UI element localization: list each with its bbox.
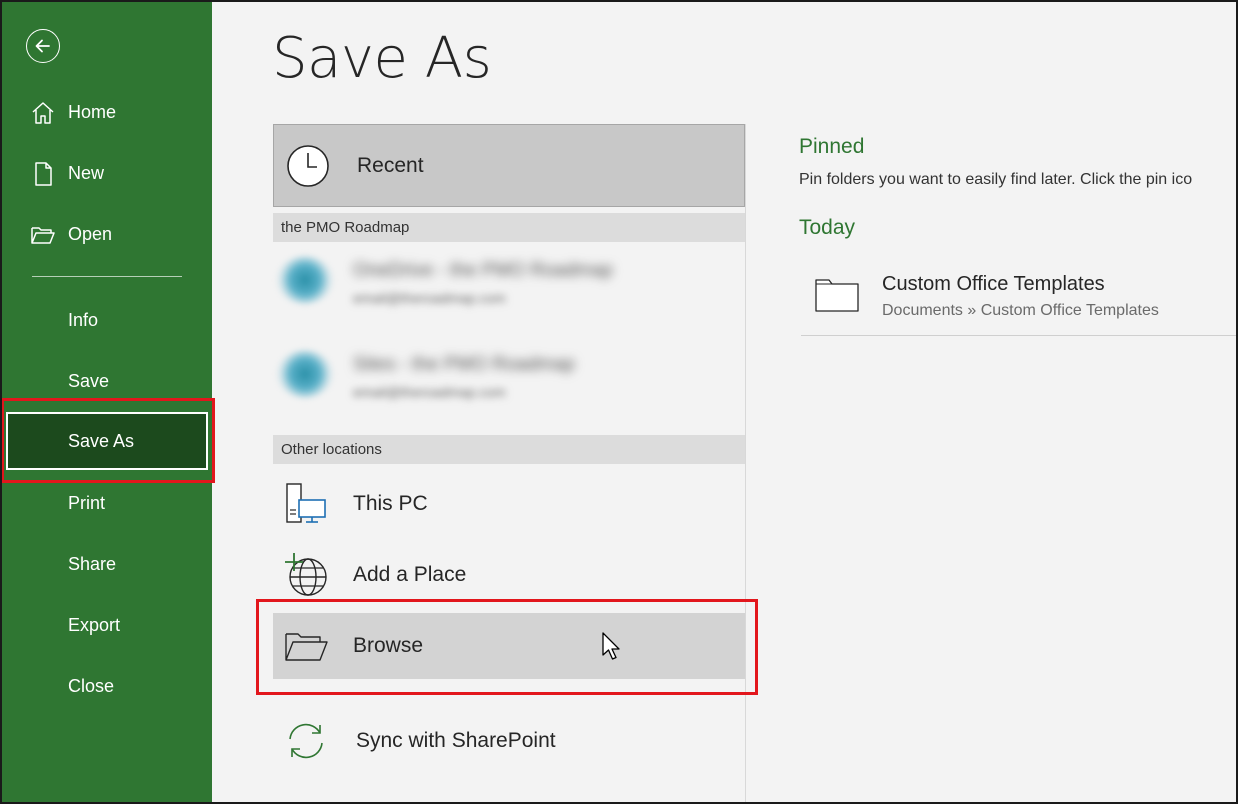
- sync-icon: [281, 717, 331, 765]
- folder-custom-office-templates[interactable]: Custom Office Templates Documents » Cust…: [801, 262, 1238, 336]
- this-pc-label: This PC: [353, 492, 428, 515]
- add-globe-icon: [281, 551, 331, 599]
- nav-info-label: Info: [68, 309, 99, 330]
- nav-save-as[interactable]: Save As: [6, 412, 208, 470]
- pmo-section-header: the PMO Roadmap: [273, 213, 745, 242]
- recent-button[interactable]: Recent: [273, 124, 745, 207]
- computer-icon: [281, 480, 331, 528]
- nav-share-label: Share: [68, 553, 117, 574]
- nav-new-label: New: [68, 162, 105, 183]
- back-arrow-icon[interactable]: [26, 29, 60, 63]
- recent-label: Recent: [357, 153, 424, 177]
- sites-subtitle: email@theroadmap.com: [353, 384, 506, 400]
- sharepoint-icon: [277, 350, 333, 398]
- sync-sharepoint-label: Sync with SharePoint: [356, 729, 556, 752]
- new-document-icon: [30, 161, 56, 187]
- folder-path: Documents » Custom Office Templates: [882, 302, 1159, 319]
- folder-open-icon: [281, 622, 331, 670]
- mouse-pointer-icon: [602, 632, 620, 660]
- nav-save-as-label: Save As: [68, 430, 135, 451]
- sync-sharepoint-button[interactable]: Sync with SharePoint: [273, 708, 745, 774]
- nav-print-label: Print: [68, 492, 106, 513]
- main-panel: Save As Recent the PMO Roadmap OneDrive …: [212, 0, 1238, 804]
- backstage-sidebar: Home New Open Info Save Save As Print Sh…: [0, 0, 212, 804]
- nav-close[interactable]: Close: [0, 662, 212, 710]
- nav-print[interactable]: Print: [0, 479, 212, 527]
- nav-save-label: Save: [68, 370, 110, 391]
- sites-title: Sites - the PMO Roadmap: [353, 354, 575, 375]
- onedrive-location[interactable]: OneDrive - the PMO Roadmap email@theroad…: [273, 242, 745, 322]
- nav-new[interactable]: New: [0, 149, 212, 197]
- home-icon: [30, 100, 56, 126]
- browse-label: Browse: [353, 634, 424, 657]
- nav-close-label: Close: [68, 675, 115, 696]
- folder-icon: [815, 279, 859, 312]
- cloud-icon: [277, 256, 333, 304]
- nav-save[interactable]: Save: [0, 357, 212, 405]
- add-place-label: Add a Place: [353, 563, 467, 586]
- nav-export[interactable]: Export: [0, 601, 212, 649]
- page-title: Save As: [272, 26, 492, 91]
- location-list: Recent the PMO Roadmap OneDrive - the PM…: [273, 124, 746, 804]
- other-locations-header: Other locations: [273, 435, 745, 464]
- nav-home[interactable]: Home: [0, 88, 212, 136]
- open-folder-icon: [30, 222, 56, 248]
- nav-open-label: Open: [68, 223, 113, 244]
- nav-open[interactable]: Open: [0, 210, 212, 258]
- this-pc-location[interactable]: This PC: [273, 471, 745, 537]
- sidebar-divider: [32, 276, 182, 277]
- sites-location[interactable]: Sites - the PMO Roadmap email@theroadmap…: [273, 336, 745, 416]
- nav-share[interactable]: Share: [0, 540, 212, 588]
- add-place-location[interactable]: Add a Place: [273, 542, 745, 608]
- clock-icon: [287, 145, 329, 187]
- folder-pane: Pinned Pin folders you want to easily fi…: [799, 130, 1238, 804]
- nav-info[interactable]: Info: [0, 296, 212, 344]
- nav-export-label: Export: [68, 614, 121, 635]
- onedrive-subtitle: email@theroadmap.com: [353, 290, 506, 306]
- folder-name: Custom Office Templates: [882, 273, 1105, 295]
- pinned-description: Pin folders you want to easily find late…: [799, 171, 1193, 188]
- pinned-heading: Pinned: [799, 135, 865, 158]
- browse-button[interactable]: Browse: [273, 613, 745, 679]
- onedrive-title: OneDrive - the PMO Roadmap: [353, 260, 613, 281]
- nav-home-label: Home: [68, 101, 117, 122]
- today-heading: Today: [799, 216, 856, 239]
